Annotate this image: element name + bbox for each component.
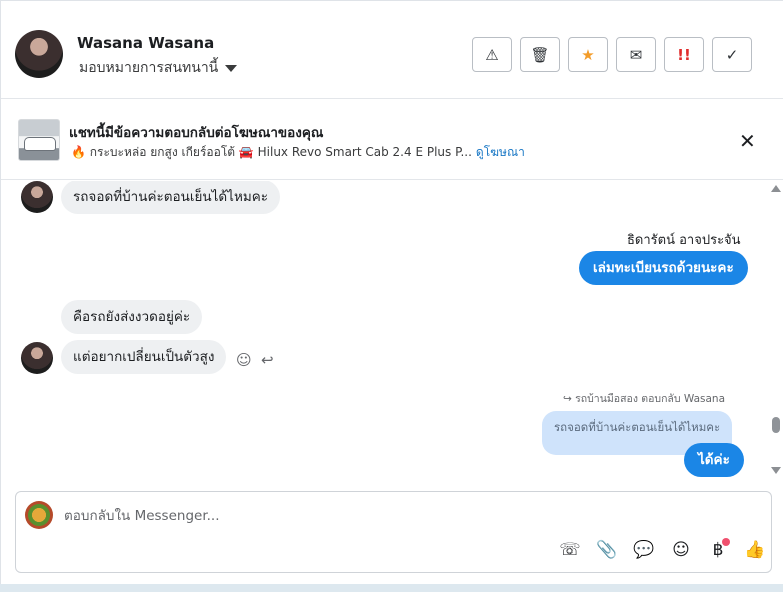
contact-avatar-small[interactable] <box>21 181 53 213</box>
caret-down-icon <box>225 64 238 72</box>
incoming-message[interactable]: แต่อยากเปลี่ยนเป็นตัวสูง <box>61 340 227 374</box>
like-icon[interactable]: 👍 <box>743 538 767 562</box>
assign-label: มอบหมายการสนทนานี้ <box>79 60 219 76</box>
delete-button[interactable]: 🗑 <box>520 37 560 72</box>
reply-arrow-icon: ↪ <box>563 393 576 405</box>
message-sender-name: ธิดารัตน์ อาจประจัน <box>627 233 741 248</box>
call-icon[interactable]: ☏ <box>558 538 582 562</box>
ad-description: 🔥 กระบะหล่อ ยกสูง เกียร์ออโต้ 🚘 Hilux Re… <box>71 145 472 159</box>
composer-tools: ☏ 📎 💬 ☺ ฿ 👍 <box>558 538 767 562</box>
page-avatar <box>25 501 53 529</box>
payment-icon[interactable]: ฿ <box>706 538 730 562</box>
ad-banner-subtitle: 🔥 กระบะหล่อ ยกสูง เกียร์ออโต้ 🚘 Hilux Re… <box>71 143 525 162</box>
emoji-icon[interactable]: ☺ <box>669 538 693 562</box>
priority-button[interactable]: !! <box>664 37 704 72</box>
scroll-up-arrow-icon[interactable] <box>771 185 781 192</box>
ad-reply-banner: แชทนี้มีข้อความตอบกลับต่อโฆษณาของคุณ 🔥 ก… <box>1 100 783 180</box>
check-icon: ✓ <box>725 45 739 64</box>
star-icon: ★ <box>581 45 595 64</box>
view-ad-link[interactable]: ดูโฆษณา <box>476 145 525 159</box>
react-emoji-icon[interactable]: ☺ <box>236 351 252 369</box>
conversation-header: Wasana Wasana มอบหมายการสนทนานี้ ⚠ 🗑 ★ ✉… <box>1 1 783 99</box>
scroll-down-arrow-icon[interactable] <box>771 467 781 474</box>
trash-icon: 🗑 <box>530 45 550 64</box>
attachment-icon[interactable]: 📎 <box>595 538 619 562</box>
notification-dot <box>722 538 730 546</box>
outgoing-message[interactable]: ได้ค่ะ <box>684 443 744 477</box>
assign-conversation-dropdown[interactable]: มอบหมายการสนทนานี้ <box>79 57 238 79</box>
contact-name[interactable]: Wasana Wasana <box>77 34 214 52</box>
message-thread[interactable]: รถจอดที่บ้านค่ะตอนเย็นได้ไหมคะ ธิดารัตน์… <box>1 181 769 483</box>
contact-avatar-small[interactable] <box>21 342 53 374</box>
scrollbar-thumb[interactable] <box>772 417 780 433</box>
reply-arrow-icon[interactable]: ↩ <box>261 351 274 369</box>
bottom-strip <box>0 584 783 592</box>
mark-unread-button[interactable]: ✉ <box>616 37 656 72</box>
ad-thumbnail[interactable] <box>18 119 60 161</box>
header-actions: ⚠ 🗑 ★ ✉ !! ✓ <box>472 37 752 72</box>
double-exclamation-icon: !! <box>677 45 691 64</box>
reply-input[interactable] <box>64 505 664 527</box>
done-button[interactable]: ✓ <box>712 37 752 72</box>
mark-spam-button[interactable]: ⚠ <box>472 37 512 72</box>
envelope-icon: ✉ <box>629 45 643 64</box>
conversation-panel: Wasana Wasana มอบหมายการสนทนานี้ ⚠ 🗑 ★ ✉… <box>0 0 783 584</box>
ad-banner-title: แชทนี้มีข้อความตอบกลับต่อโฆษณาของคุณ <box>69 125 324 141</box>
outgoing-message[interactable]: เล่มทะเบียนรถด้วยนะคะ <box>579 251 748 285</box>
contact-avatar[interactable] <box>15 30 63 78</box>
incoming-message[interactable]: รถจอดที่บ้านค่ะตอนเย็นได้ไหมคะ <box>61 181 281 214</box>
reply-context-text: รถบ้านมือสอง ตอบกลับ Wasana <box>575 393 726 405</box>
thread-scrollbar[interactable] <box>770 181 782 483</box>
star-button[interactable]: ★ <box>568 37 608 72</box>
reply-context-note: ↪ รถบ้านมือสอง ตอบกลับ Wasana <box>563 390 725 407</box>
close-icon[interactable]: ✕ <box>739 129 756 153</box>
saved-reply-icon[interactable]: 💬 <box>632 538 656 562</box>
reply-composer: ☏ 📎 💬 ☺ ฿ 👍 <box>15 491 772 573</box>
incoming-message[interactable]: คือรถยังส่งงวดอยู่ค่ะ <box>61 300 203 334</box>
warning-icon: ⚠ <box>485 45 499 64</box>
